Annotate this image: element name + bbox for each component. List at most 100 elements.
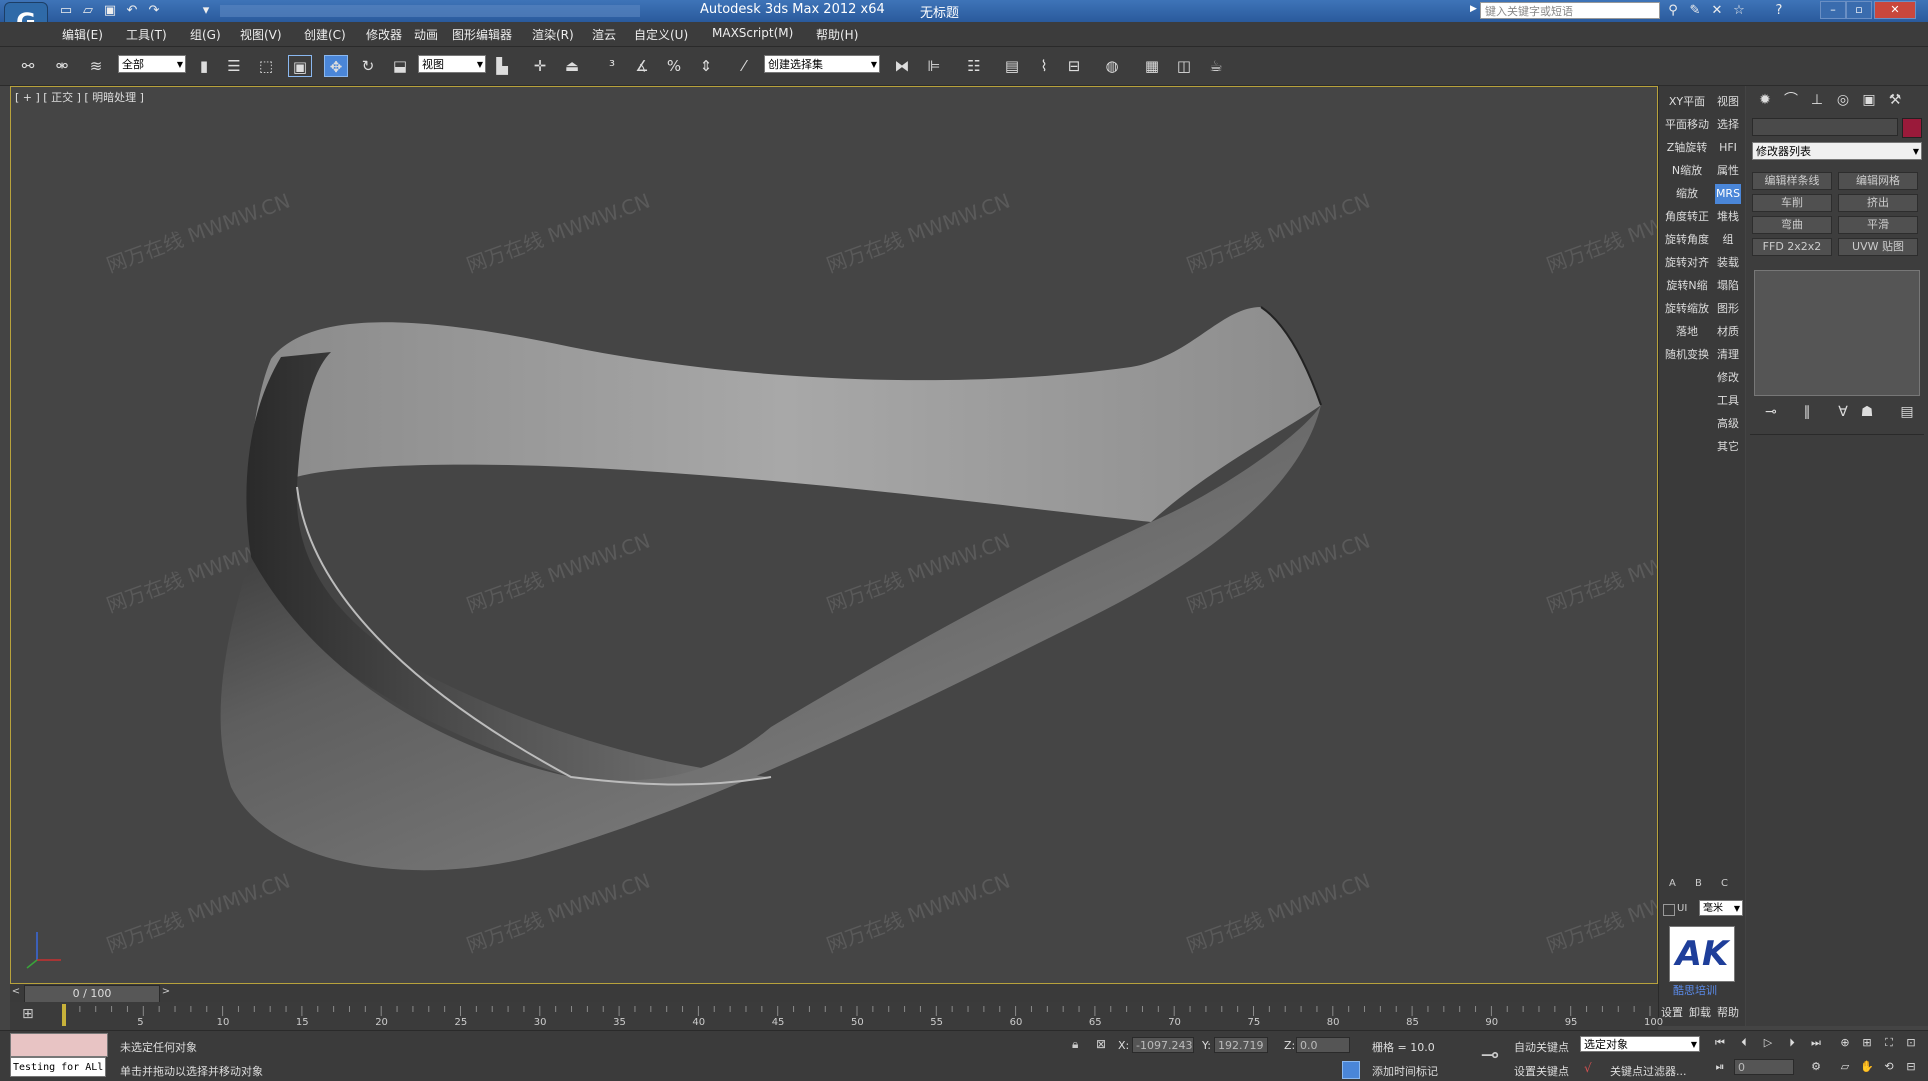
show-end-result-icon[interactable]: ∥ <box>1796 402 1818 422</box>
schematic-view-icon[interactable]: ⊟ <box>1062 55 1086 77</box>
tool-z-rotate[interactable]: Z轴旋转 <box>1661 138 1713 158</box>
graphite-tools-icon[interactable]: ▤ <box>1000 55 1024 77</box>
tab-advanced[interactable]: 高级 <box>1715 414 1741 434</box>
unit-dropdown[interactable]: 毫米 <box>1699 900 1743 917</box>
tab-hfi[interactable]: HFI <box>1715 138 1741 158</box>
tool-n-scale[interactable]: N缩放 <box>1661 161 1713 181</box>
create-tab-icon[interactable]: ✹ <box>1754 90 1776 110</box>
tab-view[interactable]: 视图 <box>1715 92 1741 112</box>
ak-logo[interactable]: AK <box>1669 926 1735 982</box>
prev-frame-icon[interactable]: ⏴ <box>1734 1035 1754 1051</box>
unlink-icon[interactable]: ⚮ <box>50 55 74 77</box>
tab-cleanup[interactable]: 清理 <box>1715 345 1741 365</box>
go-to-end-icon[interactable]: ⏭ <box>1806 1035 1826 1051</box>
mirror-icon[interactable]: ⧓ <box>890 55 914 77</box>
ak-logo-caption[interactable]: 酷思培训 <box>1673 982 1717 998</box>
mod-edit-spline-button[interactable]: 编辑样条线 <box>1752 172 1832 190</box>
track-bar[interactable]: ⊞ 5 10 15 20 25 30 35 40 45 50 55 60 65 70 75 80 85 90 95 1… <box>10 1002 1663 1030</box>
field-of-view-icon[interactable]: ▱ <box>1836 1059 1854 1075</box>
favorites-star-icon[interactable]: ☆ <box>1730 2 1748 20</box>
tab-group[interactable]: 组 <box>1715 230 1741 250</box>
go-to-start-icon[interactable]: ⏮ <box>1710 1035 1730 1051</box>
set-key-icon[interactable]: ⊸ <box>1474 1043 1506 1071</box>
tab-modify[interactable]: 修改 <box>1715 368 1741 388</box>
tool-rotate-angle[interactable]: 旋转角度 <box>1661 230 1713 250</box>
use-pivot-icon[interactable]: ▙ <box>490 55 514 77</box>
menu-tools[interactable]: 工具(T) <box>126 26 167 43</box>
tab-shapes[interactable]: 图形 <box>1715 299 1741 319</box>
spinner-snap-icon[interactable]: ⇕ <box>694 55 718 77</box>
selection-lock-icon[interactable]: 🔒︎ <box>1072 1037 1078 1052</box>
subscription-icon[interactable]: ✎ <box>1686 2 1704 20</box>
modify-tab-icon[interactable]: ⌒ <box>1780 90 1802 110</box>
named-selection-dropdown[interactable]: 创建选择集 <box>764 55 880 74</box>
mobius-strip-model[interactable] <box>11 87 1657 983</box>
tab-stack[interactable]: 堆栈 <box>1715 207 1741 227</box>
rect-selection-icon[interactable]: ⬚ <box>254 55 278 77</box>
align-icon[interactable]: ⊫ <box>922 55 946 77</box>
menu-graph-editors[interactable]: 图形编辑器 <box>452 26 512 43</box>
tool-angle-straighten[interactable]: 角度转正 <box>1661 207 1713 227</box>
tool-xy-plane[interactable]: XY平面 <box>1661 92 1713 112</box>
select-scale-icon[interactable]: ⬓ <box>388 55 412 77</box>
tab-a[interactable]: A <box>1669 878 1676 889</box>
menu-animation[interactable]: 动画 <box>414 26 438 43</box>
menu-maxscript[interactable]: MAXScript(M) <box>712 26 793 40</box>
selected-objects-dropdown[interactable]: 选定对象 <box>1580 1036 1700 1053</box>
menu-views[interactable]: 视图(V) <box>240 26 282 43</box>
render-setup-icon[interactable]: ▦ <box>1140 55 1164 77</box>
minimize-button[interactable]: – <box>1820 1 1846 19</box>
display-tab-icon[interactable]: ▣ <box>1858 90 1880 110</box>
zoom-extents-icon[interactable]: ⛶ <box>1880 1035 1898 1051</box>
orbit-icon[interactable]: ⟲ <box>1880 1059 1898 1075</box>
menu-modifiers[interactable]: 修改器 <box>366 26 402 43</box>
window-crossing-icon[interactable]: ▣ <box>288 55 312 77</box>
configure-sets-icon[interactable]: ▤ <box>1896 402 1918 422</box>
key-mode-icon[interactable]: ⏯ <box>1710 1059 1730 1075</box>
prev-frame-arrow-icon[interactable]: < <box>10 986 22 1000</box>
mod-uvw-button[interactable]: UVW 贴图 <box>1838 238 1918 256</box>
tool-rotate-scale[interactable]: 旋转缩放 <box>1661 299 1713 319</box>
tool-plane-move[interactable]: 平面移动 <box>1661 115 1713 135</box>
tool-rotate-nscale[interactable]: 旋转N缩 <box>1661 276 1713 296</box>
curve-editor-icon[interactable]: ⌇ <box>1032 55 1056 77</box>
tab-select[interactable]: 选择 <box>1715 115 1741 135</box>
tab-collapse[interactable]: 塌陷 <box>1715 276 1741 296</box>
zoom-all-icon[interactable]: ⊞ <box>1858 1035 1876 1051</box>
binoculars-icon[interactable]: ⚲ <box>1664 2 1682 20</box>
tool-rotate-align[interactable]: 旋转对齐 <box>1661 253 1713 273</box>
mod-smooth-button[interactable]: 平滑 <box>1838 216 1918 234</box>
select-rotate-icon[interactable]: ↻ <box>356 55 380 77</box>
project-folder-icon[interactable]: ▾ <box>198 3 214 19</box>
time-slider-thumb[interactable]: 0 / 100 <box>24 985 160 1003</box>
remove-modifier-icon[interactable]: ☗ <box>1856 402 1878 422</box>
close-button[interactable]: ✕ <box>1874 1 1916 19</box>
menu-customize[interactable]: 自定义(U) <box>634 26 688 43</box>
time-slider[interactable]: < 0 / 100 > <box>10 984 1658 1003</box>
selection-filter-dropdown[interactable]: 全部 <box>118 55 186 74</box>
bind-space-warp-icon[interactable]: ≋ <box>84 55 108 77</box>
maximize-button[interactable]: ▫ <box>1846 1 1872 19</box>
maximize-viewport-icon[interactable]: ⊟ <box>1902 1059 1920 1075</box>
absolute-mode-icon[interactable]: ⊠ <box>1096 1037 1106 1051</box>
search-input[interactable]: 键入关键字或短语 <box>1480 2 1660 19</box>
material-editor-icon[interactable]: ◍ <box>1100 55 1124 77</box>
menu-edit[interactable]: 编辑(E) <box>62 26 103 43</box>
tab-tools[interactable]: 工具 <box>1715 391 1741 411</box>
menu-help[interactable]: 帮助(H) <box>816 26 858 43</box>
mod-edit-mesh-button[interactable]: 编辑网格 <box>1838 172 1918 190</box>
tool-drop-to-ground[interactable]: 落地 <box>1661 322 1713 342</box>
edit-named-sel-icon[interactable]: ⁄ <box>732 55 756 77</box>
next-frame-icon[interactable]: ⏵ <box>1782 1035 1802 1051</box>
tab-c[interactable]: C <box>1721 878 1728 889</box>
layer-manager-icon[interactable]: ☷ <box>962 55 986 77</box>
tool-random-transform[interactable]: 随机变换 <box>1661 345 1713 365</box>
zoom-icon[interactable]: ⊕ <box>1836 1035 1854 1051</box>
hierarchy-tab-icon[interactable]: ⊥ <box>1806 90 1828 110</box>
manipulate-icon[interactable]: ✛ <box>528 55 552 77</box>
tab-mrs[interactable]: MRS <box>1715 184 1741 204</box>
open-file-icon[interactable]: ▱ <box>80 3 96 19</box>
redo-icon[interactable]: ↷ <box>146 3 162 19</box>
strip-unload[interactable]: 卸载 <box>1689 1004 1711 1020</box>
strip-help[interactable]: 帮助 <box>1717 1004 1739 1020</box>
